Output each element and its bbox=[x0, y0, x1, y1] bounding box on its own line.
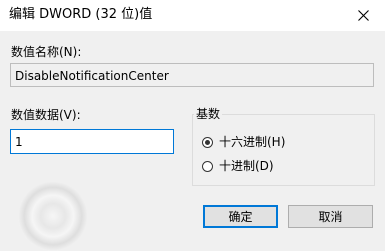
value-name-label: 数值名称(N): bbox=[11, 45, 82, 59]
value-data-input[interactable]: 1 bbox=[10, 129, 174, 154]
close-button[interactable] bbox=[341, 0, 385, 31]
dialog-body: 数值名称(N): DisableNotificationCenter 数值数据(… bbox=[0, 31, 385, 251]
radio-decimal[interactable]: 十进制(D) bbox=[202, 158, 274, 174]
window-title: 编辑 DWORD (32 位)值 bbox=[9, 7, 153, 22]
registry-watermark-icon bbox=[18, 181, 88, 251]
cancel-button[interactable]: 取消 bbox=[288, 205, 373, 228]
value-data-label: 数值数据(V): bbox=[11, 108, 81, 122]
radio-hex-label: 十六进制(H) bbox=[219, 135, 286, 149]
base-group-title: 基数 bbox=[194, 107, 223, 121]
value-name-field[interactable]: DisableNotificationCenter bbox=[10, 63, 374, 87]
radio-hex-button[interactable] bbox=[202, 136, 213, 148]
base-groupbox bbox=[192, 114, 375, 186]
title-bar: 编辑 DWORD (32 位)值 bbox=[0, 0, 385, 31]
close-icon bbox=[358, 10, 369, 21]
radio-decimal-label: 十进制(D) bbox=[219, 159, 274, 173]
radio-hex[interactable]: 十六进制(H) bbox=[202, 134, 285, 150]
ok-button[interactable]: 确定 bbox=[203, 205, 278, 228]
radio-decimal-button[interactable] bbox=[202, 160, 213, 172]
